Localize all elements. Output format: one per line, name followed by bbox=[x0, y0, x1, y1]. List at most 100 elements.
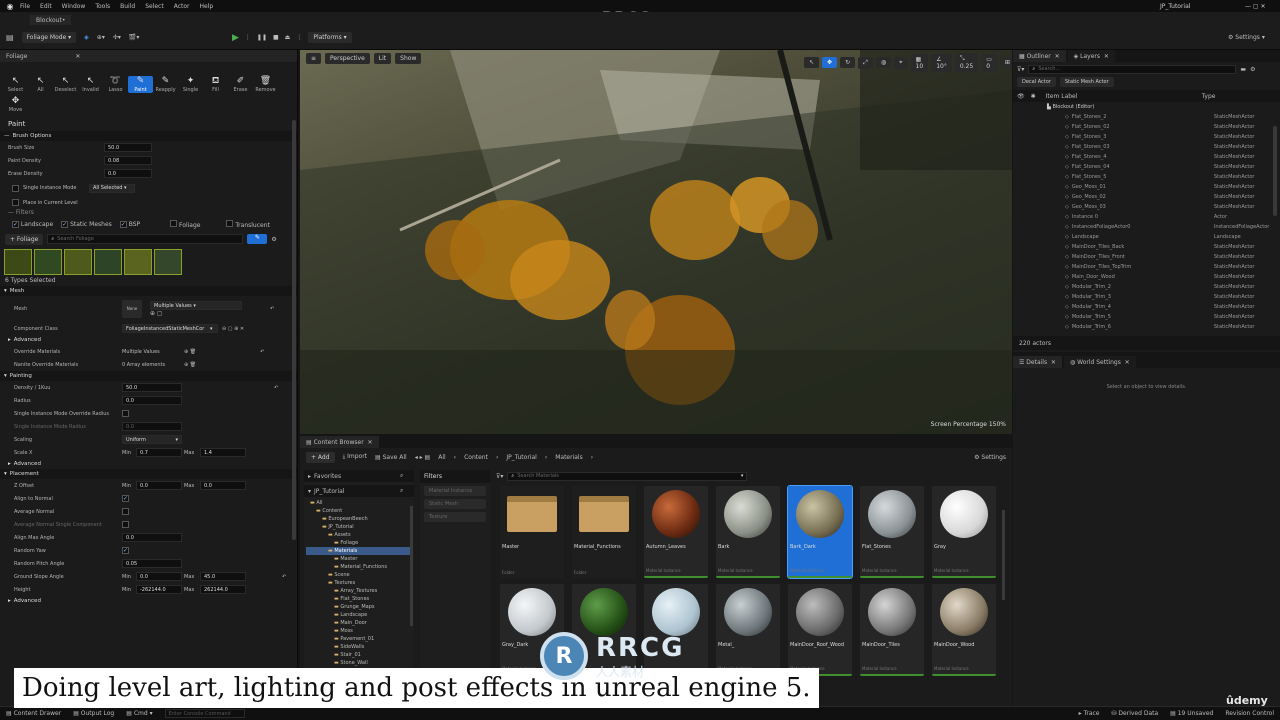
folder-tree-item[interactable]: ▬ Grunge_Maps bbox=[306, 603, 412, 611]
paint-mode-icon[interactable]: ✎ bbox=[247, 234, 268, 244]
folder-tree-item[interactable]: ▬ EuropeanBeech bbox=[306, 515, 412, 523]
foliage-search-input[interactable]: ⌕ Search Foliage bbox=[47, 234, 244, 244]
outliner-row[interactable]: ◇ Main_Door_Wood StaticMeshActor bbox=[1013, 272, 1280, 282]
foliage-type-thumb[interactable] bbox=[4, 249, 32, 275]
filter-icon[interactable]: ⊽▾ bbox=[496, 473, 503, 480]
foliage-scrollbar[interactable] bbox=[292, 120, 296, 540]
outliner-row[interactable]: ◇ Flat_Stones_04 StaticMeshActor bbox=[1013, 162, 1280, 172]
filter-material-instance[interactable]: Material Instance bbox=[424, 486, 486, 496]
height-min-input[interactable]: -262144.0 bbox=[136, 585, 182, 594]
sim-radius-input[interactable]: 0.0 bbox=[122, 422, 182, 431]
asset-scrollbar[interactable] bbox=[1002, 510, 1005, 600]
outliner-root-row[interactable]: ▙ Blockout (Editor) bbox=[1013, 102, 1280, 112]
folder-tree-item[interactable]: ▬ Material_Functions bbox=[306, 563, 412, 571]
folder-tree-item[interactable]: ▬ JP_Tutorial bbox=[306, 523, 412, 531]
translate-icon[interactable]: ✥ bbox=[822, 57, 838, 68]
folder-tree-item[interactable]: ▬ Landscape bbox=[306, 611, 412, 619]
outliner-row[interactable]: ◇ Flat_Stones_02 StaticMeshActor bbox=[1013, 122, 1280, 132]
foliage-type-thumb[interactable] bbox=[64, 249, 92, 275]
asset-tile[interactable]: MainDoor_Wood Material Instance bbox=[932, 584, 996, 676]
output-log-button[interactable]: ▤ Output Log bbox=[73, 710, 114, 717]
component-class-actions-icon[interactable]: ⊖ ▢ ⊕ ✕ bbox=[222, 326, 244, 332]
outliner-row[interactable]: ◇ Instance 0 Actor bbox=[1013, 212, 1280, 222]
tool-invalid[interactable]: ↖ Invalid bbox=[78, 76, 103, 93]
random-yaw-checkbox[interactable]: ✓ bbox=[122, 547, 129, 554]
camera-speed-icon[interactable]: ▭ 0 bbox=[981, 53, 997, 72]
add-element-icon[interactable]: ⊕ 🗑 bbox=[184, 349, 196, 355]
outliner-row[interactable]: ◇ InstancedFoliageActor0 InstancedFoliageA… bbox=[1013, 222, 1280, 232]
item-label-column[interactable]: Item Label bbox=[1046, 93, 1202, 100]
cinematics-icon[interactable]: 🎬▾ bbox=[129, 34, 139, 41]
advanced-expander[interactable]: ▸ Advanced bbox=[0, 459, 297, 469]
component-class-dropdown[interactable]: FoliageInstancedStaticMeshCor ▾ bbox=[122, 324, 218, 333]
world-icon[interactable]: ◍ bbox=[875, 57, 892, 68]
filter-static-mesh[interactable]: Static Mesh bbox=[424, 499, 486, 509]
mesh-section-header[interactable]: ▾ Mesh bbox=[0, 286, 297, 296]
browse-icon[interactable]: ⊕ ▢ bbox=[150, 310, 163, 317]
foliage-tab[interactable]: Foliage ✕ bbox=[0, 50, 297, 62]
asset-tile[interactable]: Autumn_Leaves Material Instance bbox=[644, 486, 708, 578]
play-icon[interactable]: ▶ bbox=[232, 33, 239, 43]
filter-chip-static-mesh-actor[interactable]: Static Mesh Actor bbox=[1059, 77, 1114, 87]
ground-slope-min-input[interactable]: 0.0 bbox=[136, 572, 182, 581]
select-mode-icon[interactable]: ↖ bbox=[804, 57, 820, 68]
align-max-angle-input[interactable]: 0.0 bbox=[122, 533, 182, 542]
folder-tree-item[interactable]: ▬ Array_Textures bbox=[306, 587, 412, 595]
outliner-row[interactable]: ◇ Geo_Moss_03 StaticMeshActor bbox=[1013, 202, 1280, 212]
folder-tree-item[interactable]: ▬ Moss bbox=[306, 627, 412, 635]
tool-all[interactable]: ↖ All bbox=[28, 76, 53, 93]
eject-icon[interactable]: ⏏ bbox=[285, 34, 291, 41]
asset-tile[interactable]: Master Folder bbox=[500, 486, 564, 578]
save-icon[interactable]: ▤ bbox=[6, 33, 14, 42]
outliner-settings-icon[interactable]: ⚙ bbox=[1250, 66, 1255, 73]
outliner-row[interactable]: ◇ Flat_Stones_4 StaticMeshActor bbox=[1013, 152, 1280, 162]
platforms-dropdown[interactable]: Platforms ▾ bbox=[308, 32, 352, 43]
average-normal-checkbox[interactable] bbox=[122, 508, 129, 515]
breadcrumb-materials[interactable]: Materials bbox=[555, 454, 583, 461]
outliner-row[interactable]: ◇ Flat_Stones_5 StaticMeshActor bbox=[1013, 172, 1280, 182]
console-input[interactable]: Enter Console Command bbox=[164, 709, 245, 718]
add-foliage-button[interactable]: + Foliage bbox=[5, 233, 44, 245]
content-browser-tab[interactable]: ▤ Content Browser ✕ bbox=[300, 436, 379, 448]
blueprint-icon[interactable]: ◈ bbox=[84, 34, 89, 41]
folder-tree-item[interactable]: ▬ Foliage bbox=[306, 539, 412, 547]
filter-icon[interactable]: ⊽▾ bbox=[1017, 66, 1024, 73]
folder-tree-item[interactable]: ▬ Master bbox=[306, 555, 412, 563]
scale-icon[interactable]: ⤢ bbox=[858, 56, 873, 69]
align-normal-checkbox[interactable]: ✓ bbox=[122, 495, 129, 502]
folder-tree-item[interactable]: ▬ Scene bbox=[306, 571, 412, 579]
tool-select[interactable]: ↖ Select bbox=[3, 76, 28, 93]
asset-tile[interactable]: MainDoor_Roof_WoodMaterial Instance bbox=[788, 584, 852, 676]
foliage-type-thumb[interactable] bbox=[34, 249, 62, 275]
outliner-scrollbar[interactable] bbox=[1273, 126, 1277, 216]
world-settings-tab[interactable]: ◍ World Settings ✕ bbox=[1063, 356, 1136, 368]
details-tab[interactable]: ☰ Details ✕ bbox=[1013, 356, 1062, 368]
cmd-dropdown[interactable]: ▤ Cmd ▾ bbox=[126, 710, 152, 717]
save-all-button[interactable]: ▤ Save All bbox=[375, 454, 407, 461]
tool-move[interactable]: ✥ Move bbox=[3, 96, 28, 113]
favorites-header[interactable]: ▸ Favorites ⌕ bbox=[304, 470, 414, 482]
outliner-search-input[interactable]: ⌕ Search... bbox=[1028, 64, 1237, 74]
more-icon[interactable]: ⋮ bbox=[296, 34, 302, 41]
folder-tree-item[interactable]: ▬ Stair_01 bbox=[306, 651, 412, 659]
breadcrumb-all[interactable]: All bbox=[438, 454, 445, 461]
content-drawer-button[interactable]: ▤ Content Drawer bbox=[6, 710, 61, 717]
stop-icon[interactable]: ■ bbox=[273, 34, 279, 41]
rotate-icon[interactable]: ↻ bbox=[840, 57, 856, 68]
paint-density-input[interactable]: 0.08 bbox=[104, 156, 152, 165]
folder-tree-item[interactable]: ▬ Pavement_01 bbox=[306, 635, 412, 643]
erase-density-input[interactable]: 0.0 bbox=[104, 169, 152, 178]
outliner-row[interactable]: ◇ Geo_Moss_02 StaticMeshActor bbox=[1013, 192, 1280, 202]
asset-tile[interactable]: MainDoor_Tiles Material Instance bbox=[860, 584, 924, 676]
filter-translucent[interactable]: Translucent bbox=[226, 220, 270, 229]
breadcrumb-content[interactable]: Content bbox=[464, 454, 488, 461]
show-button[interactable]: Show bbox=[395, 53, 422, 64]
asset-tile[interactable]: Gray Material Instance bbox=[932, 486, 996, 578]
scale-x-min-input[interactable]: 0.7 bbox=[136, 448, 182, 457]
folder-tree-item[interactable]: ▬ Flat_Stones bbox=[306, 595, 412, 603]
search-icon[interactable]: ⌕ bbox=[400, 487, 403, 495]
asset-search-input[interactable]: ⌕ Search Materials ▾ bbox=[507, 471, 748, 481]
sim-override-checkbox[interactable] bbox=[122, 410, 129, 417]
angle-snap-icon[interactable]: ∠ 10° bbox=[931, 53, 952, 72]
filter-texture[interactable]: Texture bbox=[424, 512, 486, 522]
